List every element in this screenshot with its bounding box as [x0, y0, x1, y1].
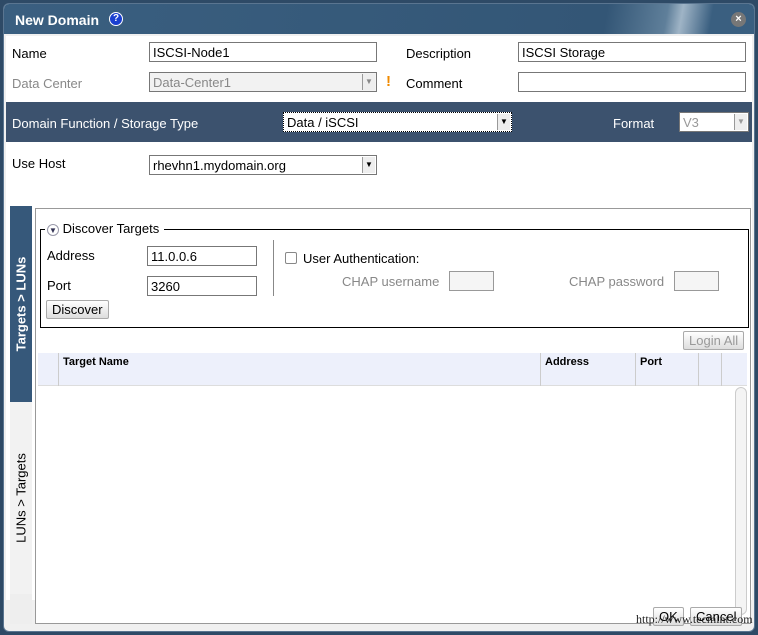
data-center-label: Data Center: [12, 76, 83, 91]
use-host-value: rhevhn1.mydomain.org: [153, 158, 286, 173]
port-label: Port: [47, 278, 71, 293]
comment-label: Comment: [406, 76, 463, 91]
address-input[interactable]: [147, 246, 257, 266]
legend-text: Discover Targets: [62, 221, 160, 236]
column-header-blank: [38, 353, 58, 386]
column-header-address[interactable]: Address: [540, 353, 635, 386]
close-icon[interactable]: ×: [731, 12, 746, 27]
column-header-target-name[interactable]: Target Name: [58, 353, 540, 386]
name-label: Name: [12, 46, 47, 61]
format-label: Format: [613, 116, 655, 131]
chevron-down-icon: ▼: [362, 157, 375, 173]
chap-username-label: CHAP username: [342, 274, 440, 289]
description-label: Description: [406, 46, 472, 61]
chap-password-label: CHAP password: [569, 274, 665, 289]
tab-luns-targets[interactable]: LUNs > Targets: [10, 402, 32, 594]
data-center-value: Data-Center1: [153, 75, 232, 90]
storage-type-band: Domain Function / Storage Type Data / iS…: [6, 102, 752, 142]
tab-label: LUNs > Targets: [13, 453, 29, 543]
domain-function-value: Data / iSCSI: [287, 115, 359, 130]
side-tabs: Targets > LUNs LUNs > Targets: [10, 206, 32, 624]
table-scrollbar[interactable]: [735, 387, 747, 615]
user-auth-label: User Authentication:: [303, 251, 420, 266]
chap-password-input[interactable]: [674, 271, 719, 291]
warning-icon: !: [386, 73, 391, 90]
column-header-blank: [698, 353, 721, 386]
chevron-down-icon: ▼: [362, 74, 375, 90]
format-select[interactable]: V3 ▼: [679, 112, 749, 132]
watermark: http://www.tecmint.com: [636, 612, 753, 626]
description-input[interactable]: [518, 42, 746, 62]
use-host-label: Use Host: [12, 156, 66, 171]
name-input[interactable]: [149, 42, 377, 62]
chap-username-input[interactable]: [449, 271, 494, 291]
tab-targets-luns[interactable]: Targets > LUNs: [10, 206, 32, 402]
chevron-down-icon: ▼: [497, 114, 510, 130]
dialog-title: New Domain: [15, 12, 100, 28]
discover-button[interactable]: Discover: [46, 300, 109, 319]
targets-panel: ▼ Discover Targets Address Port Discover…: [35, 208, 751, 624]
address-label: Address: [47, 248, 95, 263]
comment-input[interactable]: [518, 72, 746, 92]
user-auth-checkbox[interactable]: [285, 252, 297, 264]
discover-targets-legend[interactable]: ▼ Discover Targets: [45, 221, 165, 236]
data-center-select[interactable]: Data-Center1 ▼: [149, 72, 377, 92]
help-icon[interactable]: ?: [109, 12, 123, 26]
domain-function-select[interactable]: Data / iSCSI ▼: [283, 112, 512, 132]
format-value: V3: [683, 115, 699, 130]
targets-table-header: Target Name Address Port: [38, 353, 747, 386]
domain-function-label: Domain Function / Storage Type: [12, 116, 199, 131]
port-input[interactable]: [147, 276, 257, 296]
use-host-select[interactable]: rhevhn1.mydomain.org ▼: [149, 155, 377, 175]
column-header-blank: [721, 353, 731, 386]
new-domain-dialog: New Domain ? × Name Description Data Cen…: [3, 3, 755, 632]
tab-label: Targets > LUNs: [13, 256, 29, 352]
divider: [273, 240, 274, 296]
login-all-button[interactable]: Login All: [683, 331, 745, 350]
chevron-down-icon: ▼: [734, 114, 747, 130]
dialog-body: Name Description Data Center Data-Center…: [6, 36, 752, 624]
discover-targets-fieldset: ▼ Discover Targets Address Port Discover…: [40, 221, 749, 328]
column-header-port[interactable]: Port: [635, 353, 698, 386]
dialog-title-bar: New Domain ? ×: [4, 4, 754, 34]
collapse-icon: ▼: [47, 224, 59, 236]
